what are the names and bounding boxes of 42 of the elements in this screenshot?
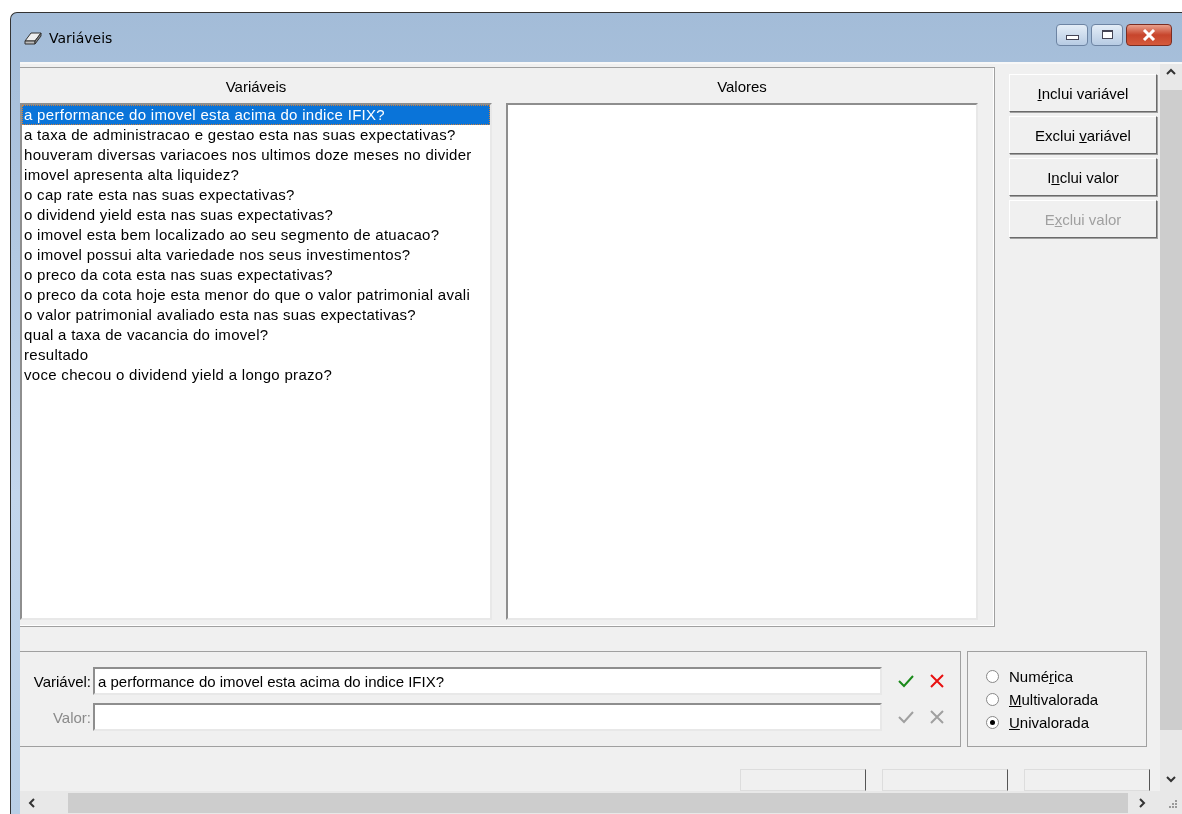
- horizontal-scrollbar[interactable]: [20, 791, 1182, 814]
- scroll-right-icon[interactable]: [1138, 798, 1146, 808]
- list-item[interactable]: o imovel possui alta variedade nos seus investimentos?: [22, 245, 490, 265]
- list-item[interactable]: a performance do imovel esta acima do indice IFIX?: [22, 105, 490, 125]
- window-title: Variáveis: [49, 29, 113, 46]
- field-label: Variável:: [32, 672, 92, 690]
- scroll-up-icon[interactable]: [1166, 68, 1176, 76]
- list-item[interactable]: a taxa de administracao e gestao esta nas suas expectativas?: [22, 125, 490, 145]
- list-item[interactable]: houveram diversas variacoes nos ultimos doze meses no divider: [22, 145, 490, 165]
- list-item[interactable]: o preco da cota esta nas suas expectativas?: [22, 265, 490, 285]
- scroll-left-icon[interactable]: [28, 798, 36, 808]
- list-item[interactable]: o cap rate esta nas suas expectativas?: [22, 185, 490, 205]
- close-icon: [1142, 28, 1156, 41]
- size-grip-icon[interactable]: [1166, 797, 1178, 809]
- action-button[interactable]: Exclui variável: [1009, 116, 1157, 154]
- close-button[interactable]: [1126, 23, 1172, 46]
- list-item[interactable]: o imovel esta bem localizado ao seu segmento de atuacao?: [22, 225, 490, 245]
- variables-list[interactable]: [20, 103, 492, 620]
- list-item[interactable]: qual a taxa de vacancia do imovel?: [22, 325, 490, 345]
- check-icon[interactable]: [898, 674, 914, 688]
- column-heading: Valores: [716, 77, 768, 97]
- cross-icon[interactable]: [930, 710, 944, 724]
- list-item[interactable]: imovel apresenta alta liquidez?: [22, 165, 490, 185]
- list-item[interactable]: voce checou o dividend yield a longo prazo?: [22, 365, 490, 385]
- scroll-down-icon[interactable]: [1166, 775, 1176, 783]
- vertical-scrollbar[interactable]: [1160, 64, 1182, 791]
- list-item[interactable]: o dividend yield esta nas suas expectativas?: [22, 205, 490, 225]
- minimize-button[interactable]: [1056, 23, 1088, 46]
- check-icon[interactable]: [898, 710, 914, 724]
- action-button[interactable]: Inclui valor: [1009, 158, 1157, 196]
- cross-icon[interactable]: [930, 674, 944, 688]
- list-item[interactable]: resultado: [22, 345, 490, 365]
- action-button[interactable]: Inclui variável: [1009, 74, 1157, 112]
- field-label: Valor:: [51, 708, 92, 726]
- radio-option[interactable]: Multivalorada: [986, 690, 1146, 708]
- list-item[interactable]: o valor patrimonial avaliado esta nas suas expectativas?: [22, 305, 490, 325]
- column-heading: Variáveis: [224, 77, 288, 97]
- maximize-button[interactable]: [1091, 23, 1123, 46]
- radio-option[interactable]: Univalorada: [986, 713, 1146, 731]
- list-item[interactable]: o preco da cota hoje esta menor do que o valor patrimonial avali: [22, 285, 490, 305]
- radio-option[interactable]: Numérica: [986, 667, 1146, 685]
- text-field[interactable]: a performance do imovel esta acima do indice IFIX?: [93, 667, 882, 695]
